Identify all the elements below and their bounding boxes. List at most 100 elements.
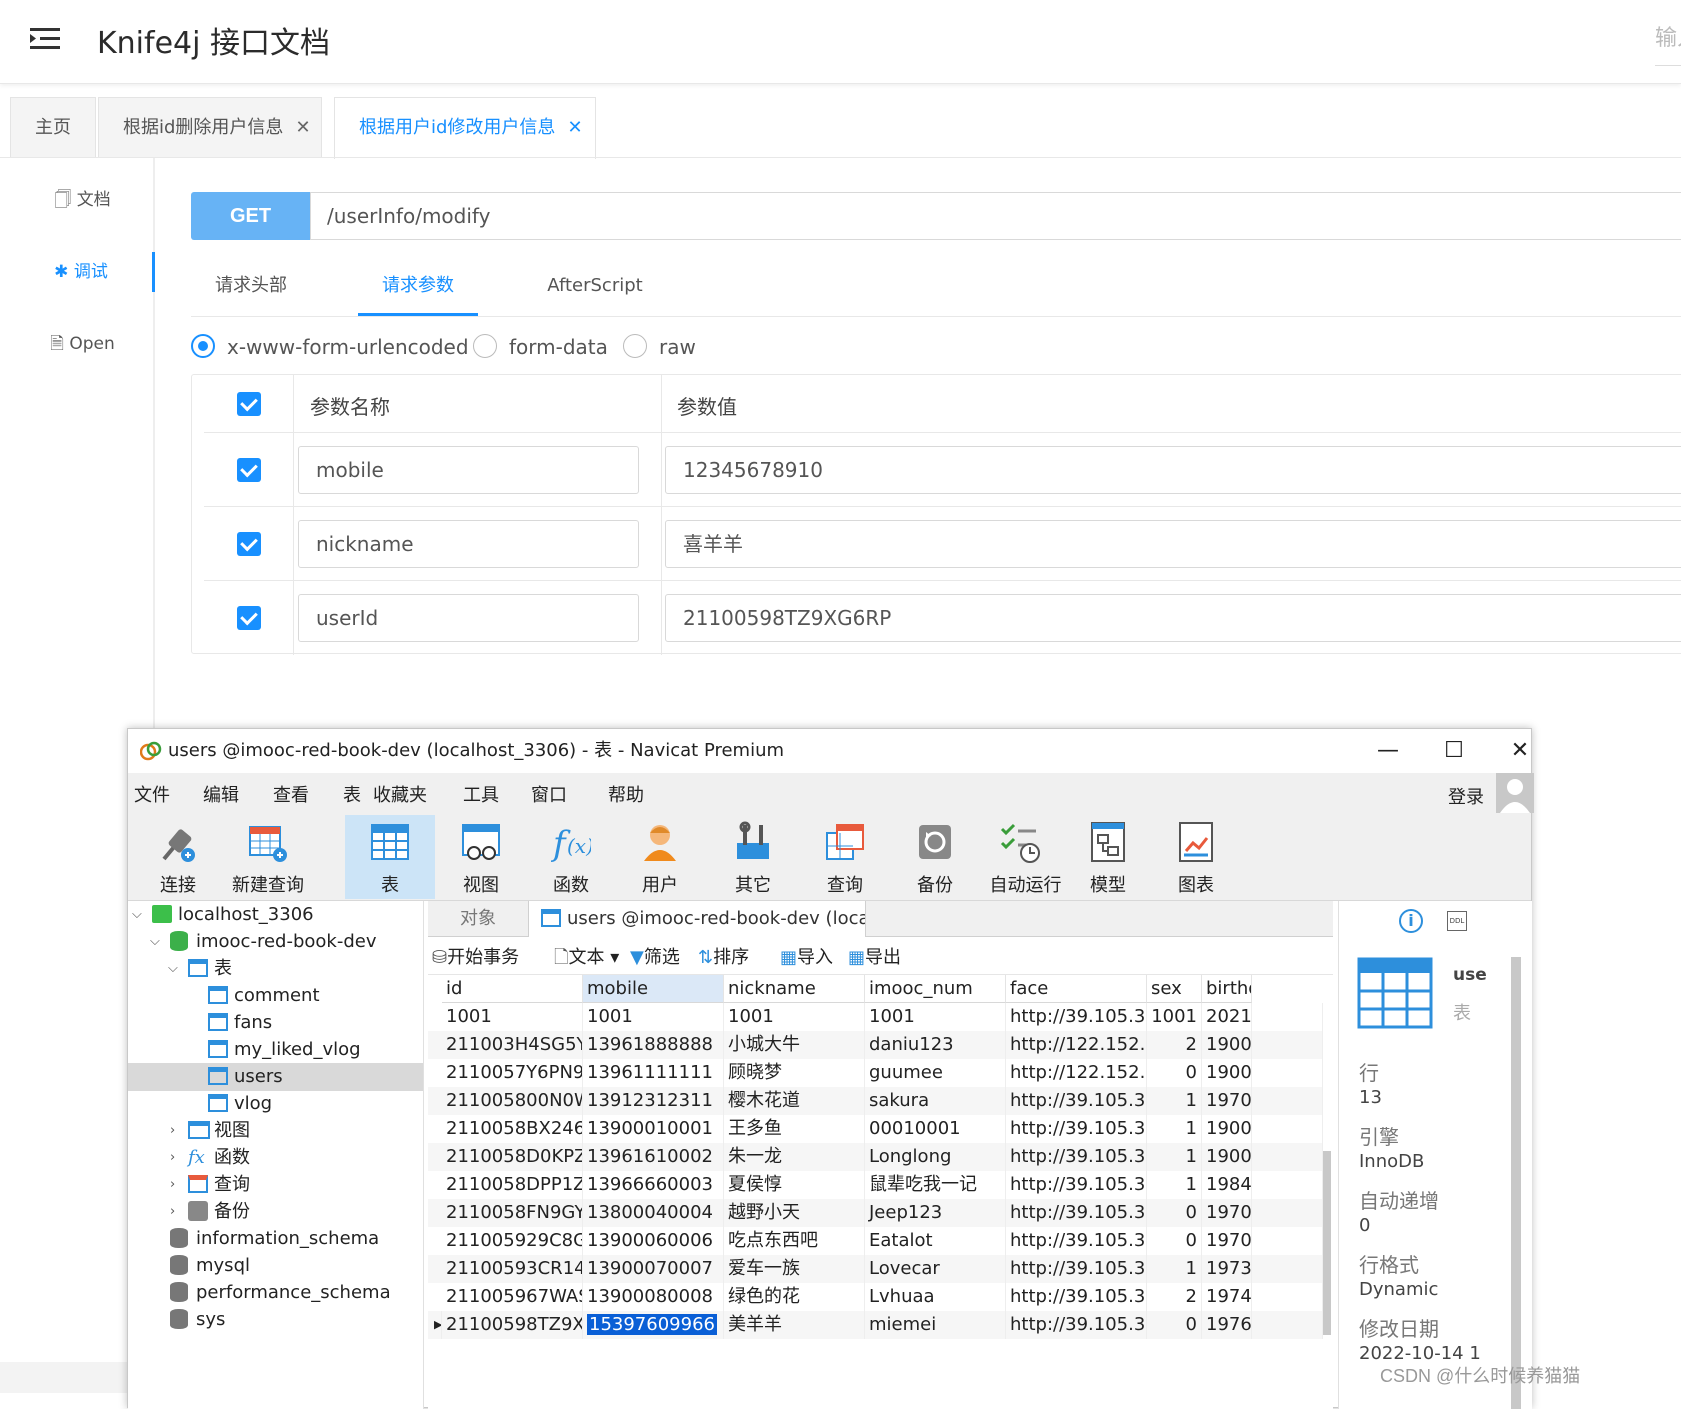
table-cell[interactable]: 15397609966: [583, 1311, 724, 1339]
table-cell[interactable]: 1: [1147, 1115, 1202, 1143]
tree-item-queries[interactable]: › 查询: [128, 1171, 423, 1199]
table-cell[interactable]: 2110057Y6PN9W: [442, 1059, 583, 1087]
table-cell[interactable]: 13961888888: [583, 1031, 724, 1059]
menu-tools[interactable]: 工具: [463, 781, 499, 807]
tree-item-table[interactable]: vlog: [128, 1090, 423, 1118]
tree-item-table[interactable]: comment: [128, 982, 423, 1010]
subtab-headers[interactable]: 请求头部: [191, 270, 311, 316]
chevron-down-icon[interactable]: ⌵: [132, 901, 142, 929]
selected-cell[interactable]: 15397609966: [587, 1314, 717, 1335]
menu-view[interactable]: 查看: [273, 781, 309, 807]
tab-delete-user[interactable]: 根据id删除用户信息 ✕: [98, 97, 322, 157]
table-cell[interactable]: 211003H4SG5Y1: [442, 1031, 583, 1059]
radio-urlencoded[interactable]: x-www-form-urlencoded: [191, 334, 469, 360]
table-cell[interactable]: 00010001: [865, 1115, 1006, 1143]
tree-item-views[interactable]: › 视图: [128, 1117, 423, 1145]
chevron-right-icon[interactable]: ›: [170, 1117, 175, 1145]
begin-transaction-button[interactable]: ⛁开始事务: [432, 943, 519, 969]
table-cell[interactable]: 1: [1147, 1143, 1202, 1171]
table-cell[interactable]: 0: [1147, 1311, 1202, 1339]
chevron-right-icon[interactable]: ›: [170, 1198, 175, 1226]
table-cell[interactable]: http://39.105.38.: [1006, 1311, 1147, 1339]
tree-item-database[interactable]: ⌵ imooc-red-book-dev: [128, 928, 423, 956]
radio-form-data[interactable]: form-data: [473, 334, 608, 360]
table-cell[interactable]: 1900-: [1202, 1143, 1252, 1171]
table-cell[interactable]: 1001: [865, 1003, 1006, 1031]
tree-item-table-selected[interactable]: users: [128, 1063, 423, 1091]
table-cell[interactable]: 1970-: [1202, 1199, 1252, 1227]
param-name-input[interactable]: userId: [298, 594, 639, 642]
tree-item-table[interactable]: fans: [128, 1009, 423, 1037]
import-button[interactable]: ▦导入: [780, 943, 833, 969]
table-cell[interactable]: 13900010001: [583, 1115, 724, 1143]
tree-item-db[interactable]: sys: [128, 1306, 423, 1334]
table-cell[interactable]: 2021-: [1202, 1003, 1252, 1031]
table-cell[interactable]: http://39.105.38.: [1006, 1283, 1147, 1311]
export-button[interactable]: ▦导出: [848, 943, 901, 969]
info-icon[interactable]: i: [1399, 909, 1423, 933]
tab-users-table[interactable]: users @imooc-red-book-dev (localh...: [528, 901, 866, 937]
table-cell[interactable]: 1973-: [1202, 1255, 1252, 1283]
table-cell[interactable]: 1: [1147, 1087, 1202, 1115]
table-cell[interactable]: 0: [1147, 1227, 1202, 1255]
tree-item-backups[interactable]: › 备份: [128, 1198, 423, 1226]
tab-home[interactable]: 主页: [10, 97, 96, 157]
toolbar-model-button[interactable]: 模型: [1063, 815, 1153, 899]
table-cell[interactable]: 2110058BX246X: [442, 1115, 583, 1143]
table-cell[interactable]: http://39.105.38.: [1006, 1227, 1147, 1255]
table-cell[interactable]: 1001: [583, 1003, 724, 1031]
table-cell[interactable]: 13912312311: [583, 1087, 724, 1115]
filter-button[interactable]: ▼筛选: [630, 943, 680, 969]
param-value-input[interactable]: 21100598TZ9XG6RP: [665, 594, 1681, 642]
table-cell[interactable]: 2: [1147, 1283, 1202, 1311]
table-cell[interactable]: 1970-: [1202, 1227, 1252, 1255]
table-cell[interactable]: 1001: [724, 1003, 865, 1031]
scrollbar[interactable]: [1511, 957, 1521, 1409]
table-cell[interactable]: 美羊羊: [724, 1311, 865, 1339]
tree-item-db[interactable]: information_schema: [128, 1225, 423, 1253]
toolbar-chart-button[interactable]: 图表: [1151, 815, 1241, 899]
table-cell[interactable]: 13900060006: [583, 1227, 724, 1255]
close-window-icon[interactable]: ✕: [1490, 733, 1550, 769]
search-input[interactable]: 输入: [1655, 20, 1681, 66]
nav-item-open[interactable]: 🗎 Open: [10, 324, 155, 364]
table-cell[interactable]: 1974-: [1202, 1283, 1252, 1311]
chevron-right-icon[interactable]: ›: [170, 1144, 175, 1172]
param-checkbox[interactable]: [237, 458, 261, 482]
tree-item-table[interactable]: my_liked_vlog: [128, 1036, 423, 1064]
table-cell[interactable]: 樱木花道: [724, 1087, 865, 1115]
table-cell[interactable]: 2110058FN9GYC: [442, 1199, 583, 1227]
menu-table[interactable]: 表: [343, 781, 361, 807]
table-cell[interactable]: 绿色的花: [724, 1283, 865, 1311]
maximize-icon[interactable]: ☐: [1424, 733, 1484, 769]
table-cell[interactable]: 13900070007: [583, 1255, 724, 1283]
table-cell[interactable]: 1900-: [1202, 1059, 1252, 1087]
toolbar-new-query-button[interactable]: 新建查询: [223, 815, 313, 899]
chevron-down-icon[interactable]: ⌵: [150, 928, 160, 956]
table-cell[interactable]: 13966660003: [583, 1171, 724, 1199]
table-cell[interactable]: 21100593CR144: [442, 1255, 583, 1283]
table-cell[interactable]: 211005967WASE: [442, 1283, 583, 1311]
param-name-input[interactable]: mobile: [298, 446, 639, 494]
toolbar-user-button[interactable]: 用户: [615, 815, 705, 899]
table-cell[interactable]: Longlong: [865, 1143, 1006, 1171]
toolbar-other-button[interactable]: 其它: [708, 815, 798, 899]
minimize-icon[interactable]: —: [1358, 733, 1418, 769]
table-cell[interactable]: 鼠辈吃我一记: [865, 1171, 1006, 1199]
table-cell[interactable]: 1001: [442, 1003, 583, 1031]
nav-item-docs[interactable]: 🗍 文档: [10, 180, 155, 220]
table-cell[interactable]: http://122.152.2(: [1006, 1059, 1147, 1087]
column-header[interactable]: face: [1006, 975, 1147, 1003]
radio-raw[interactable]: raw: [623, 334, 696, 360]
table-cell[interactable]: Eatalot: [865, 1227, 1006, 1255]
tree-item-db[interactable]: mysql: [128, 1252, 423, 1280]
close-icon[interactable]: ✕: [295, 117, 310, 138]
login-link[interactable]: 登录: [1448, 783, 1484, 809]
method-badge[interactable]: GET: [191, 192, 310, 240]
select-all-checkbox[interactable]: [237, 392, 261, 416]
table-cell[interactable]: Lovecar: [865, 1255, 1006, 1283]
column-header[interactable]: imooc_num: [865, 975, 1006, 1003]
table-cell[interactable]: 13800040004: [583, 1199, 724, 1227]
table-cell[interactable]: http://39.105.38.: [1006, 1115, 1147, 1143]
column-header[interactable]: id: [442, 975, 583, 1003]
